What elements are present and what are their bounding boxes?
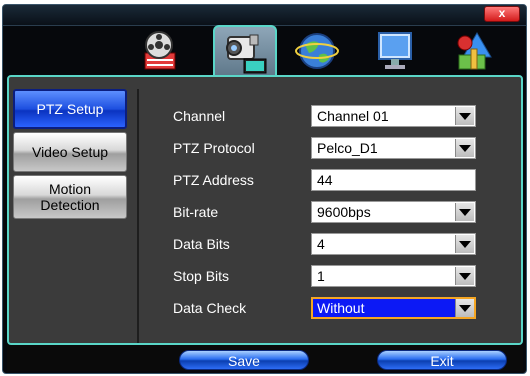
data-bits-value: 4 [317,236,325,252]
tab-display[interactable] [367,27,423,75]
channel-value: Channel 01 [317,108,389,124]
tools-icon [457,32,492,70]
form-row-datacheck: Data Check Without [143,297,513,321]
camera-icon [226,34,267,74]
bitrate-select[interactable]: 9600bps [311,201,476,223]
bitrate-value: 9600bps [317,204,371,220]
sidebar-divider [137,89,139,343]
tab-camera[interactable] [213,25,277,77]
film-icon [144,31,176,70]
stop-bits-select[interactable]: 1 [311,265,476,287]
data-check-select[interactable]: Without [311,297,476,319]
sidebar-item-video-setup[interactable]: Video Setup [13,132,127,172]
form-row-stopbits: Stop Bits 1 [143,265,513,289]
chevron-down-icon[interactable] [455,235,474,253]
sidebar-item-label: Video Setup [31,144,109,160]
title-bar: x [3,5,526,26]
action-bar: Save Exit [7,345,523,371]
form-row-databits: Data Bits 4 [143,233,513,257]
form-row-address: PTZ Address 44 [143,169,513,193]
form-row-channel: Channel Channel 01 [143,105,513,129]
ptz-address-value: 44 [317,172,333,188]
bitrate-label: Bit-rate [173,204,219,220]
ptz-protocol-value: Pelco_D1 [317,140,378,156]
chevron-down-icon[interactable] [455,267,474,285]
sidebar-item-motion-detection[interactable]: Motion Detection [13,175,127,219]
ptz-protocol-label: PTZ Protocol [173,140,255,156]
sidebar-item-label: Motion Detection [40,181,100,213]
channel-label: Channel [173,108,226,124]
settings-sidebar: PTZ Setup Video Setup Motion Detection [13,89,131,222]
stop-bits-value: 1 [317,268,325,284]
tab-record[interactable] [133,27,189,75]
exit-button[interactable]: Exit [377,350,507,370]
data-bits-select[interactable]: 4 [311,233,476,255]
tab-network[interactable] [289,27,345,75]
tab-system[interactable] [445,27,501,75]
stop-bits-label: Stop Bits [173,268,230,284]
ptz-settings-window: x PTZ Setup Video Setup Motion Detection… [2,4,527,374]
sidebar-item-label: PTZ Setup [36,101,104,117]
save-button[interactable]: Save [179,350,309,370]
ptz-address-input[interactable]: 44 [311,169,476,191]
chevron-down-icon[interactable] [455,139,474,157]
monitor-icon [378,32,412,69]
chevron-down-icon[interactable] [455,299,474,317]
form-row-bitrate: Bit-rate 9600bps [143,201,513,225]
content-frame: PTZ Setup Video Setup Motion Detection C… [7,75,523,345]
chevron-down-icon[interactable] [455,203,474,221]
data-check-value: Without [317,300,365,316]
data-check-label: Data Check [173,300,247,316]
chevron-down-icon[interactable] [455,107,474,125]
tab-bar [7,25,523,77]
channel-select[interactable]: Channel 01 [311,105,476,127]
form-row-protocol: PTZ Protocol Pelco_D1 [143,137,513,161]
globe-icon [295,33,339,69]
sidebar-item-ptz-setup[interactable]: PTZ Setup [13,89,127,129]
ptz-address-label: PTZ Address [173,172,254,188]
data-bits-label: Data Bits [173,236,230,252]
close-button[interactable]: x [484,6,520,22]
ptz-form: Channel Channel 01 PTZ Protocol Pelco_D1… [143,89,513,343]
ptz-protocol-select[interactable]: Pelco_D1 [311,137,476,159]
